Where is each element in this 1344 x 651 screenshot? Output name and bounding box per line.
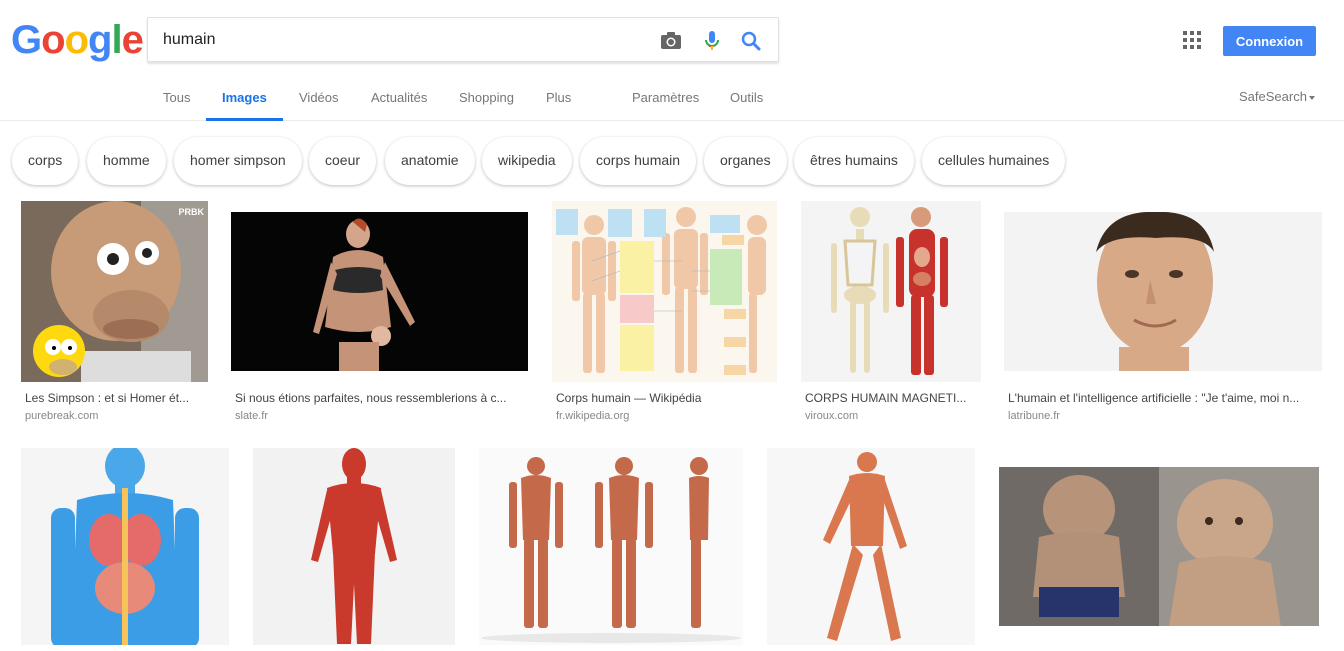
result-thumbnail — [767, 448, 975, 645]
search-box — [147, 17, 779, 62]
result-thumbnail — [479, 448, 743, 645]
image-result[interactable]: Si nous étions parfaites, nous ressemble… — [231, 201, 529, 426]
chip-anatomie[interactable]: anatomie — [385, 137, 475, 185]
tab-actualites[interactable]: Actualités — [371, 79, 427, 121]
image-result[interactable]: CORPS HUMAIN MAGNETI... viroux.com — [801, 201, 981, 426]
result-thumbnail — [231, 212, 528, 371]
chip-cellules-humaines[interactable]: cellules humaines — [922, 137, 1066, 185]
result-source: slate.fr — [235, 410, 269, 422]
caret-down-icon — [1308, 95, 1315, 100]
header: Google Connexion Tous Images — [0, 0, 1344, 121]
result-title[interactable]: Corps humain — Wikipédia — [556, 391, 776, 405]
tab-parametres[interactable]: Paramètres — [632, 79, 699, 121]
logo-letter: o — [41, 18, 65, 62]
image-result[interactable]: Corps humain — Wikipédia fr.wikipedia.or… — [552, 201, 777, 426]
chip-corps-humain[interactable]: corps humain — [580, 137, 697, 185]
result-thumbnail — [253, 448, 455, 645]
search-icon[interactable] — [739, 29, 763, 53]
chip-homme[interactable]: homme — [87, 137, 166, 185]
tab-outils[interactable]: Outils — [730, 79, 763, 121]
image-result[interactable] — [21, 448, 229, 645]
result-thumbnail — [801, 201, 981, 382]
watermark-badge: PRBK — [178, 207, 204, 217]
search-input[interactable] — [163, 18, 643, 61]
result-thumbnail — [999, 467, 1319, 626]
image-result[interactable] — [479, 448, 743, 645]
result-source: fr.wikipedia.org — [556, 410, 630, 422]
image-result[interactable] — [253, 448, 455, 645]
related-searches: corps homme homer simpson coeur anatomie… — [0, 137, 1344, 185]
result-title[interactable]: CORPS HUMAIN MAGNETI... — [805, 391, 977, 405]
result-title[interactable]: Les Simpson : et si Homer ét... — [25, 391, 205, 405]
safesearch-menu[interactable]: SafeSearch — [1239, 79, 1315, 117]
chip-wikipedia[interactable]: wikipedia — [482, 137, 572, 185]
logo-letter: l — [111, 18, 122, 62]
tab-videos[interactable]: Vidéos — [299, 79, 339, 121]
tab-plus[interactable]: Plus — [546, 79, 571, 121]
google-logo[interactable]: Google — [11, 18, 144, 62]
signin-button[interactable]: Connexion — [1223, 26, 1316, 56]
result-thumbnail — [1004, 212, 1322, 371]
safesearch-label: SafeSearch — [1239, 89, 1307, 104]
apps-grid-icon[interactable] — [1183, 31, 1201, 49]
logo-letter: e — [121, 18, 144, 62]
chip-etres-humains[interactable]: êtres humains — [794, 137, 914, 185]
search-tabs: Tous Images Vidéos Actualités Shopping P… — [0, 79, 1344, 121]
tab-images[interactable]: Images — [206, 79, 283, 121]
chip-corps[interactable]: corps — [12, 137, 79, 185]
result-thumbnail — [21, 448, 229, 645]
logo-letter: G — [11, 18, 42, 62]
image-result[interactable] — [999, 448, 1322, 645]
tab-shopping[interactable]: Shopping — [459, 79, 514, 121]
chip-homer-simpson[interactable]: homer simpson — [174, 137, 302, 185]
camera-icon[interactable] — [659, 29, 683, 53]
image-result[interactable]: L'humain et l'intelligence artificielle … — [1004, 201, 1322, 426]
result-thumbnail — [552, 201, 777, 382]
result-title[interactable]: Si nous étions parfaites, nous ressemble… — [235, 391, 525, 405]
chip-organes[interactable]: organes — [704, 137, 787, 185]
image-result[interactable] — [767, 448, 975, 645]
image-result[interactable]: PRBK Les Simpson : et si Homer ét... pur… — [21, 201, 208, 426]
chip-coeur[interactable]: coeur — [309, 137, 377, 185]
result-thumbnail: PRBK — [21, 201, 208, 382]
result-source: latribune.fr — [1008, 410, 1060, 422]
logo-letter: o — [64, 18, 89, 62]
logo-letter: g — [88, 18, 112, 62]
result-title[interactable]: L'humain et l'intelligence artificielle … — [1008, 391, 1308, 405]
microphone-icon[interactable] — [700, 29, 724, 53]
result-source: purebreak.com — [25, 410, 99, 422]
result-source: viroux.com — [805, 410, 859, 422]
tab-tous[interactable]: Tous — [163, 79, 190, 121]
